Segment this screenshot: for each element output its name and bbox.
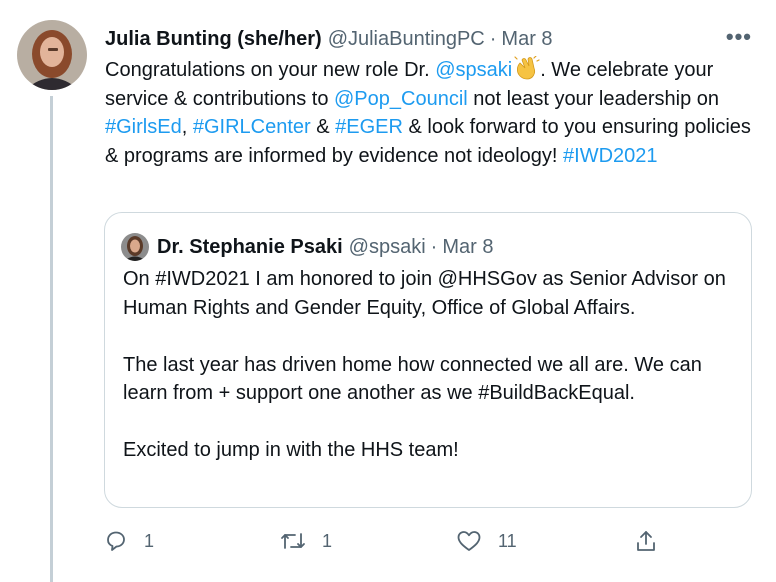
hashtag-iwd2021[interactable]: #IWD2021 [563,145,658,167]
like-icon [456,529,482,553]
tweet-text: Congratulations on your new role Dr. @sp… [105,55,755,170]
quoted-paragraph: The last year has driven home how connec… [123,353,702,405]
quoted-tweet-header: Dr. Stephanie Psaki @spsaki · Mar 8 [121,233,493,261]
text-segment: Congratulations on your new role Dr. [105,59,436,81]
reply-button[interactable]: 1 [104,526,154,556]
quoted-paragraph: Excited to jump in with the HHS team! [123,439,459,461]
quoted-author-handle: @spsaki [348,235,426,258]
quoted-tweet-card[interactable]: Dr. Stephanie Psaki @spsaki · Mar 8 On #… [104,212,752,508]
author-handle[interactable]: @JuliaBuntingPC [328,28,485,51]
separator-dot: · [430,235,438,258]
clapping-hands-icon [514,55,540,80]
author-name[interactable]: Julia Bunting (she/her) [105,28,322,51]
retweet-count: 1 [322,530,333,551]
mention-pop-council[interactable]: @Pop_Council [334,88,468,110]
reply-count: 1 [144,530,155,551]
share-button[interactable] [634,526,658,556]
hashtag-girlcenter[interactable]: #GIRLCenter [193,116,311,138]
quoted-tweet-text: On #IWD2021 I am honored to join @HHSGov… [123,265,738,465]
quoted-author-name: Dr. Stephanie Psaki [157,235,343,258]
thread-line [50,96,53,582]
text-segment: not least your leadership on [467,87,719,110]
text-segment: & [310,116,336,138]
share-icon [634,529,658,553]
hashtag-eger[interactable]: #EGER [335,116,403,138]
avatar[interactable] [17,20,87,90]
separator-dot: · [489,27,497,50]
hashtag-girlsed[interactable]: #GirlsEd [105,116,182,138]
quoted-paragraph: On #IWD2021 I am honored to join @HHSGov… [123,268,726,319]
like-count: 11 [498,530,517,551]
tweet-actions: 1 1 11 [104,526,664,556]
reply-icon [104,529,128,553]
quoted-avatar [121,233,149,261]
tweet-header: Julia Bunting (she/her) @JuliaBuntingPC … [105,24,756,54]
quoted-tweet-date: Mar 8 [442,235,494,258]
mention-spsaki[interactable]: @spsaki [435,59,512,81]
retweet-icon [280,529,306,553]
tweet-date[interactable]: Mar 8 [501,28,552,51]
retweet-button[interactable]: 1 [280,526,332,556]
text-segment: , [181,116,193,138]
more-options-icon[interactable]: ••• [726,24,752,50]
like-button[interactable]: 11 [456,526,517,556]
